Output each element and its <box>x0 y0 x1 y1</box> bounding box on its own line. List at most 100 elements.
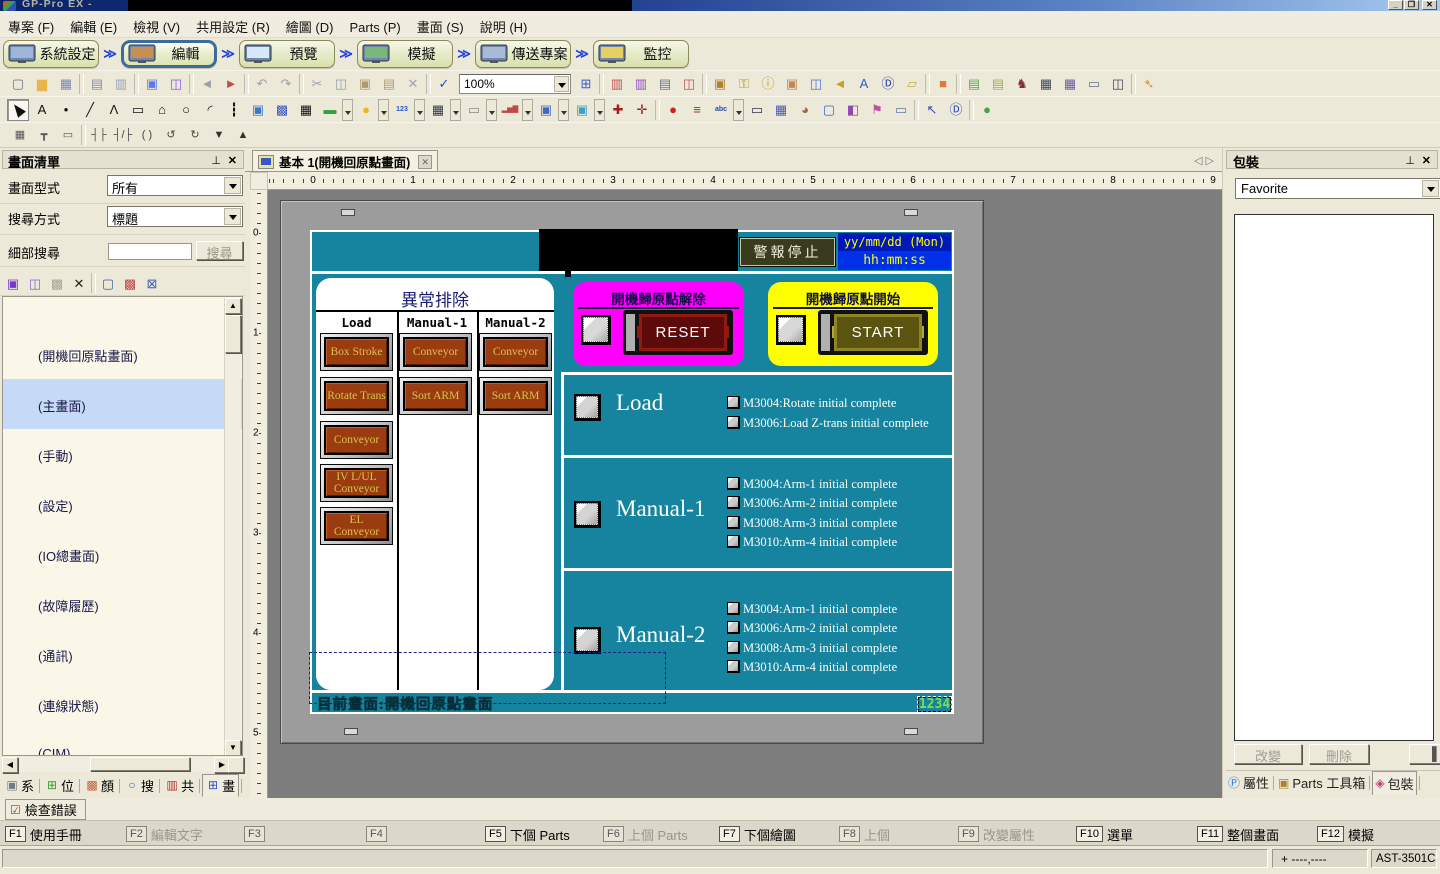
change-button[interactable]: 改變 <box>1234 744 1302 764</box>
left-panel-tab[interactable]: ○ 搜 <box>122 775 157 797</box>
pin-icon[interactable]: ⊥ <box>1405 154 1415 167</box>
left-panel-tab[interactable]: ⊞ 位 <box>42 775 77 797</box>
toolbar-button[interactable]: ◫ <box>1107 73 1129 95</box>
right-panel-tab[interactable]: ▣ Parts 工具箱 <box>1276 772 1367 794</box>
screen-list-vertical-scrollbar[interactable]: ▲ ▼ <box>224 298 241 756</box>
function-key[interactable]: F2 編輯文字 <box>126 825 203 843</box>
function-key[interactable]: F3 <box>244 825 269 843</box>
document-tab[interactable]: 基本 1(開機回原點畫面) ✕ <box>252 150 438 172</box>
draw-tool-button[interactable]: 123 <box>391 99 413 121</box>
toolbar-button[interactable]: ◫ <box>678 73 700 95</box>
draw-tool-button[interactable]: ✚ <box>607 99 629 121</box>
trouble-button[interactable]: Rotate Trans <box>320 377 393 415</box>
screen-list-item[interactable]: (主畫面) <box>3 379 242 429</box>
right-panel-tab[interactable]: ◈ 包裝 <box>1372 771 1416 795</box>
combo-dropdown-arrow-icon[interactable] <box>224 177 241 194</box>
minimize-button[interactable]: _ <box>1388 0 1403 10</box>
toolbar-button[interactable]: ♞ <box>1011 73 1033 95</box>
toolbar-button[interactable]: ▭ <box>1083 73 1105 95</box>
start-button[interactable]: START <box>818 310 928 355</box>
menu-item[interactable]: 編輯 (E) <box>62 11 125 36</box>
ladder-tool-button[interactable]: ┳ <box>33 124 55 146</box>
toolbar-button[interactable]: ▣ <box>141 73 163 95</box>
screen-list-tool-button[interactable]: ⊠ <box>142 273 162 293</box>
function-key[interactable]: F10 選單 <box>1076 825 1133 843</box>
ladder-tool-button[interactable]: ↺ <box>160 124 182 146</box>
search-button[interactable]: 搜尋 <box>196 241 243 260</box>
toolbar-button[interactable]: ◄ <box>196 73 218 95</box>
toolbar-button[interactable]: ⚿ <box>733 73 755 95</box>
draw-tool-button[interactable]: ● <box>355 99 377 121</box>
toolbar-button[interactable]: ▥ <box>110 73 132 95</box>
screen-list-tool-button[interactable]: ▢ <box>98 273 118 293</box>
function-key[interactable]: F9 改變屬性 <box>958 825 1035 843</box>
draw-tool-button[interactable]: abc <box>710 99 732 121</box>
tab-nav-left-icon[interactable]: ◁ <box>1194 155 1202 167</box>
function-key[interactable]: F5 下個 Parts <box>485 825 570 843</box>
trouble-button[interactable]: Conveyor <box>320 421 393 459</box>
toolbar-button[interactable]: ▤ <box>654 73 676 95</box>
toolbar-button[interactable]: ▤ <box>987 73 1009 95</box>
tab-nav-right-icon[interactable]: ▷ <box>1206 155 1214 167</box>
draw-tool-button[interactable]: ▬ <box>319 99 341 121</box>
menu-item[interactable]: 共用設定 (R) <box>188 11 278 36</box>
draw-tool-button[interactable]: ▭ <box>127 99 149 121</box>
screen-list-tool-button[interactable]: ▣ <box>3 273 23 293</box>
draw-tool-button[interactable]: ▦ <box>770 99 792 121</box>
draw-tool-button[interactable]: ◜ <box>199 99 221 121</box>
draw-tool-button[interactable]: ▢ <box>818 99 840 121</box>
left-panel-tab[interactable]: ▩ 顏 <box>82 775 117 797</box>
screen-list-tool-button[interactable]: ◫ <box>25 273 45 293</box>
scroll-down-icon[interactable]: ▼ <box>225 740 241 756</box>
draw-tool-button[interactable]: ╱ <box>79 99 101 121</box>
left-panel-tab[interactable]: ▥ 共 <box>162 775 197 797</box>
draw-tool-button[interactable]: • <box>55 99 77 121</box>
draw-tool-button[interactable]: ◧ <box>842 99 864 121</box>
screen-list-item[interactable]: (連線狀態) <box>3 679 242 729</box>
function-key[interactable]: F12 模擬 <box>1317 825 1374 843</box>
screen-list-item[interactable]: (設定) <box>3 479 242 529</box>
hmi-screen[interactable]: 警報停止 yy/mm/dd (Mon) hh:mm:ss 異常排除 Load M… <box>312 232 952 712</box>
toolbar-button[interactable]: Ⓓ <box>877 73 899 95</box>
workflow-button[interactable]: 系統設定 <box>3 40 99 68</box>
toolbar-button[interactable]: ▦ <box>1035 73 1057 95</box>
ladder-tool-button[interactable]: ▭ <box>57 124 79 146</box>
draw-tool-button[interactable]: A <box>31 99 53 121</box>
draw-tool-button[interactable]: ▭ <box>463 99 485 121</box>
function-key[interactable]: F7 下個繪圖 <box>719 825 796 843</box>
scroll-thumb[interactable] <box>90 757 190 771</box>
draw-tool-button[interactable]: ▦ <box>295 99 317 121</box>
toolbar-button[interactable]: ✂ <box>306 73 328 95</box>
trouble-button[interactable]: Conveyor <box>479 333 552 371</box>
trouble-button[interactable]: IV L/UL Conveyor <box>320 464 393 502</box>
reset-confirm-button[interactable] <box>581 315 611 345</box>
section-button[interactable] <box>574 627 601 654</box>
toolbar-button[interactable]: ▱ <box>901 73 923 95</box>
screen-list-tool-button[interactable]: ▩ <box>120 273 140 293</box>
menu-item[interactable]: 檢視 (V) <box>125 11 188 36</box>
function-key[interactable]: F4 <box>366 825 391 843</box>
trouble-button[interactable]: EL Conveyor <box>320 507 393 545</box>
menu-item[interactable]: 專案 (F) <box>0 11 62 36</box>
menu-item[interactable]: 說明 (H) <box>472 11 536 36</box>
zoom-combobox[interactable]: 100% <box>459 74 571 94</box>
draw-tool-button[interactable]: ▣ <box>247 99 269 121</box>
draw-tool-button[interactable]: ● <box>662 99 684 121</box>
draw-tool-button[interactable]: ▩ <box>271 99 293 121</box>
toolbar-button[interactable]: ⓘ <box>757 73 779 95</box>
combo-dropdown-arrow-icon[interactable] <box>1422 180 1439 197</box>
draw-tool-button[interactable]: ▂▅▇ <box>499 99 521 121</box>
close-panel-icon[interactable]: ✕ <box>228 154 237 167</box>
draw-tool-button[interactable]: ▭ <box>890 99 912 121</box>
alarm-stop-button[interactable]: 警報停止 <box>739 237 836 267</box>
reset-button[interactable]: RESET <box>623 310 733 355</box>
toolbar-button[interactable]: ▢ <box>7 73 29 95</box>
scroll-thumb[interactable] <box>225 315 241 353</box>
toolbar-button[interactable]: ▤ <box>86 73 108 95</box>
toolbar-button[interactable]: ▦ <box>1059 73 1081 95</box>
screen-list-horizontal-scrollbar[interactable]: ◀ ▶ <box>2 757 243 772</box>
workflow-button[interactable]: 編輯 <box>121 40 217 68</box>
screen-list-item[interactable]: (通訊) <box>3 629 242 679</box>
detail-search-input[interactable] <box>108 243 192 260</box>
toolbar-button[interactable]: ◫ <box>330 73 352 95</box>
